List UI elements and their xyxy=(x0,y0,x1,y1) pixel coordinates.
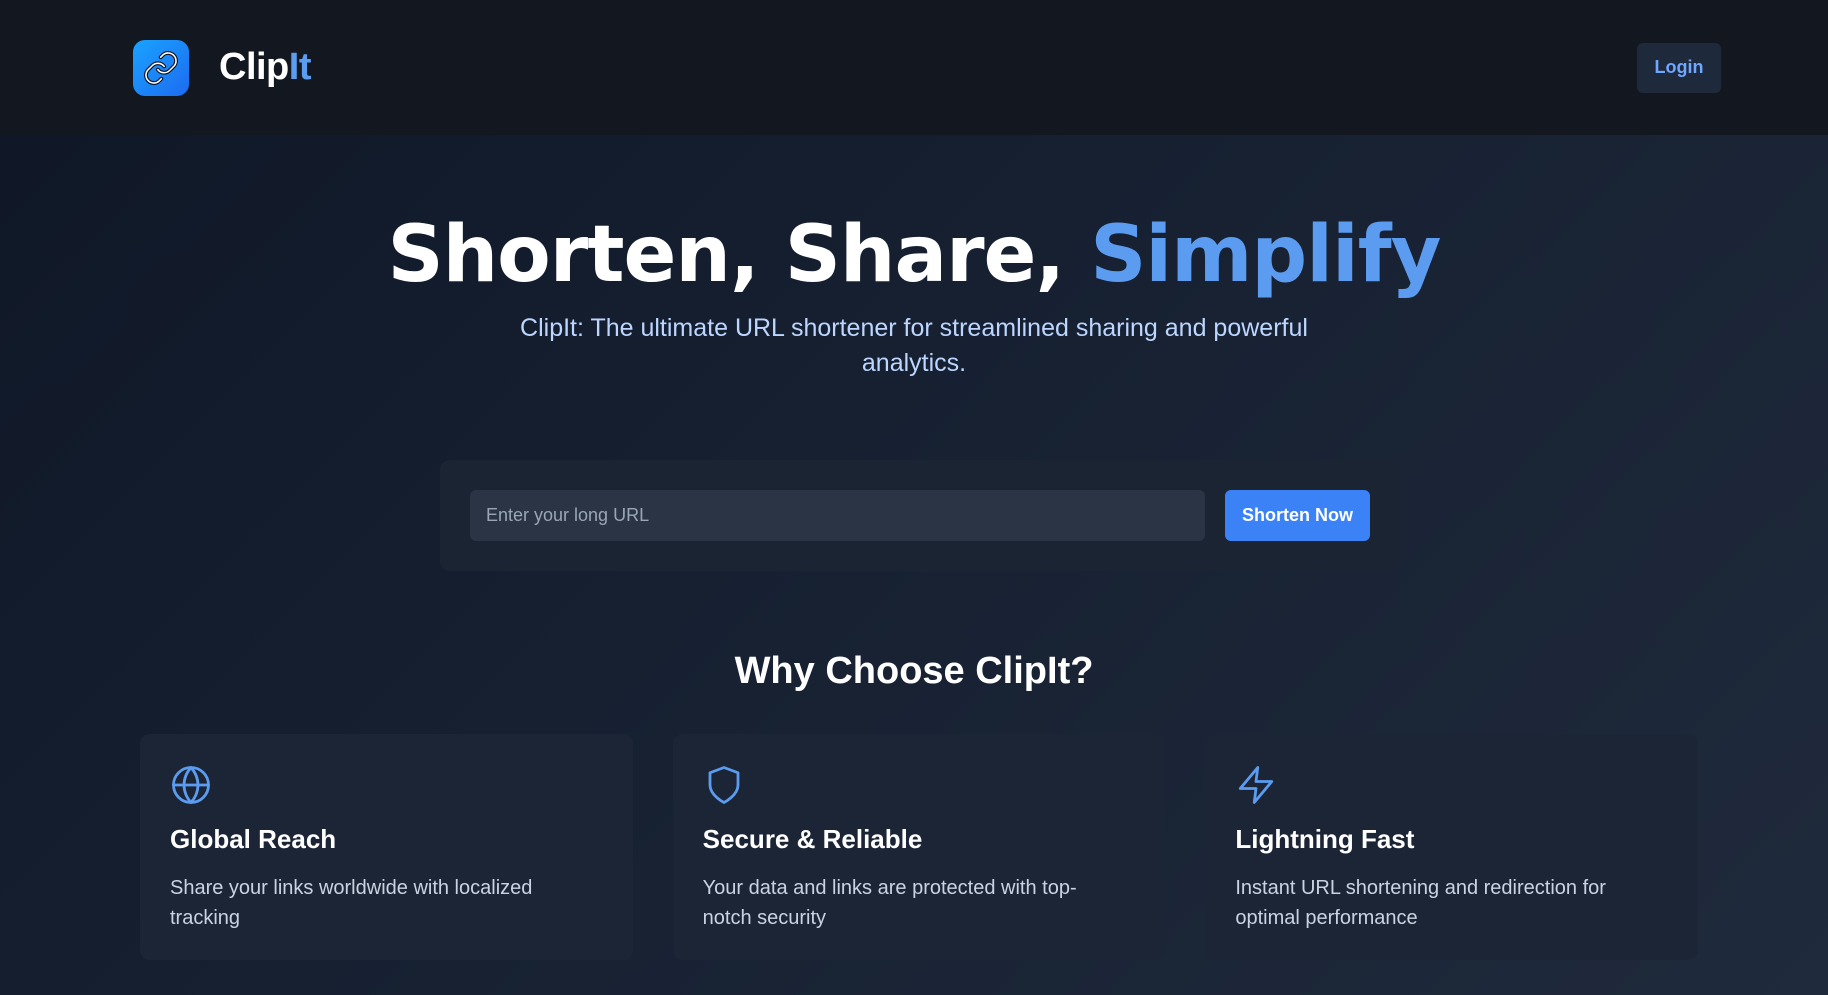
hero-title: Shorten, Share, Simplify xyxy=(0,210,1828,300)
page: ClipIt Login Shorten, Share, Simplify Cl… xyxy=(0,0,1828,995)
brand-name-part1: Clip xyxy=(219,46,289,88)
globe-icon xyxy=(170,764,212,806)
brand-name: ClipIt xyxy=(219,46,312,89)
feature-title: Lightning Fast xyxy=(1235,824,1415,854)
feature-card-lightning-fast: Lightning Fast Instant URL shortening an… xyxy=(1205,734,1699,960)
brand-name-part2: It xyxy=(288,46,312,88)
url-input[interactable] xyxy=(470,490,1205,541)
hero-title-part1: Shorten, Share, xyxy=(387,210,1091,300)
hero-title-accent: Simplify xyxy=(1090,210,1441,300)
lightning-icon xyxy=(1235,764,1277,806)
shield-icon xyxy=(703,764,745,806)
feature-card-secure-reliable: Secure & Reliable Your data and links ar… xyxy=(672,734,1166,960)
link-icon xyxy=(133,39,189,96)
why-choose-title: Why Choose ClipIt? xyxy=(734,650,1094,692)
shorten-now-button[interactable]: Shorten Now xyxy=(1225,490,1370,541)
feature-title: Global Reach xyxy=(170,824,337,854)
feature-description: Instant URL shortening and redirection f… xyxy=(1235,877,1606,929)
feature-description: Share your links worldwide with localize… xyxy=(170,877,533,929)
features-grid: Global Reach Share your links worldwide … xyxy=(140,734,1699,960)
top-header: ClipIt Login xyxy=(0,0,1828,135)
hero-subtitle: ClipIt: The ultimate URL shortener for s… xyxy=(520,314,1308,377)
feature-card-global-reach: Global Reach Share your links worldwide … xyxy=(140,734,633,960)
brand[interactable]: ClipIt xyxy=(133,39,312,96)
shorten-card: Shorten Now xyxy=(440,460,1401,571)
feature-title: Secure & Reliable xyxy=(702,824,923,854)
feature-description: Your data and links are protected with t… xyxy=(702,877,1077,929)
login-button[interactable]: Login xyxy=(1637,42,1721,93)
